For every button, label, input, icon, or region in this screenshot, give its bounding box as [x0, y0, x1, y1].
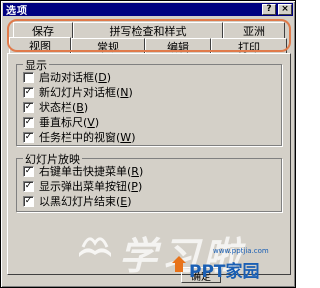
tab-view[interactable]: 视图 — [9, 37, 71, 53]
checkbox-vertical-ruler[interactable]: ✓ 垂直标尺(V) — [23, 115, 99, 129]
title-bar[interactable]: 选项 ? × — [3, 3, 293, 17]
checkbox-label: 任务栏中的视窗(W) — [39, 131, 136, 144]
checkbox-checked[interactable]: ✓ — [23, 195, 34, 207]
help-button[interactable]: ? — [262, 4, 276, 15]
tab-edit[interactable]: 编辑 — [145, 38, 211, 54]
checkbox-label: 显示弹出菜单按钮(P) — [39, 180, 143, 193]
checkbox-label: 状态栏(B) — [39, 101, 89, 114]
checkbox-checked[interactable]: ✓ — [23, 165, 34, 177]
window-title: 选项 — [6, 6, 28, 17]
checkbox-startup-dialog[interactable]: 启动对话框(D) — [23, 70, 111, 84]
show-group: 显示 启动对话框(D) ✓ 新幻灯片对话框(N) ✓ 状态栏(B) ✓ 垂直标尺… — [16, 57, 282, 146]
tab-spelling-style[interactable]: 拼写检查和样式 — [73, 22, 223, 38]
checkbox-label: 以黑幻灯片结束(E) — [39, 195, 132, 208]
options-dialog: 选项 ? × 保存 拼写检查和样式 亚洲 视图 常规 编辑 打印 显示 启动对话… — [0, 0, 296, 288]
checkbox-label: 启动对话框(D) — [39, 71, 112, 84]
checkbox-status-bar[interactable]: ✓ 状态栏(B) — [23, 100, 88, 114]
checkbox-label: 垂直标尺(V) — [39, 116, 100, 129]
site-url-watermark: www.pptjia.com — [213, 247, 269, 255]
checkbox-right-click-menu[interactable]: ✓ 右键单击快捷菜单(R) — [23, 164, 143, 178]
checkbox-checked[interactable]: ✓ — [23, 131, 34, 143]
checkbox-checked[interactable]: ✓ — [23, 101, 34, 113]
tab-asian[interactable]: 亚洲 — [223, 22, 285, 38]
close-button[interactable]: × — [278, 4, 292, 15]
tab-print[interactable]: 打印 — [211, 38, 287, 54]
checkbox-popup-menu-button[interactable]: ✓ 显示弹出菜单按钮(P) — [23, 179, 142, 193]
book-watermark-icon — [79, 237, 111, 257]
ppt-logo-watermark: PPT家园 — [189, 262, 260, 282]
checkbox-label: 右键单击快捷菜单(R) — [39, 165, 144, 178]
checkbox-checked[interactable]: ✓ — [23, 180, 34, 192]
checkbox-taskbar-windows[interactable]: ✓ 任务栏中的视窗(W) — [23, 130, 135, 144]
checkbox-checked[interactable]: ✓ — [23, 86, 34, 98]
house-logo-icon — [172, 256, 186, 272]
checkbox-label: 新幻灯片对话框(N) — [39, 86, 133, 99]
checkbox-new-slide-dialog[interactable]: ✓ 新幻灯片对话框(N) — [23, 85, 133, 99]
checkbox-checked[interactable]: ✓ — [23, 116, 34, 128]
titlebar-buttons: ? × — [262, 4, 293, 15]
checkbox-end-black-slide[interactable]: ✓ 以黑幻灯片结束(E) — [23, 194, 132, 208]
slideshow-group: 幻灯片放映 ✓ 右键单击快捷菜单(R) ✓ 显示弹出菜单按钮(P) ✓ 以黑幻灯… — [16, 151, 282, 212]
tab-save[interactable]: 保存 — [13, 22, 73, 38]
checkbox[interactable] — [23, 71, 34, 83]
tab-general[interactable]: 常规 — [71, 38, 145, 54]
